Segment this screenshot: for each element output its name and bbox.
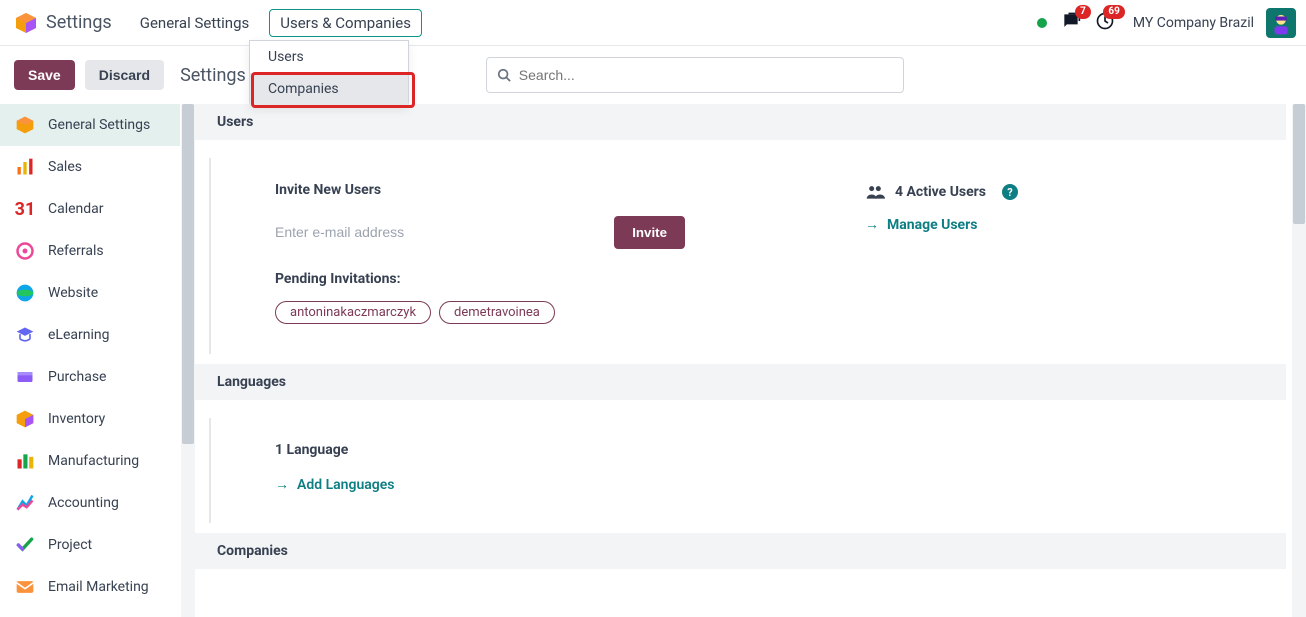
sidebar-item-label: Referrals bbox=[48, 243, 104, 259]
main-content: Users Invite New Users Invite Pending In… bbox=[195, 104, 1306, 617]
box-icon bbox=[14, 408, 36, 430]
discard-button[interactable]: Discard bbox=[85, 60, 164, 90]
section-header-users: Users bbox=[195, 104, 1286, 140]
sidebar-item-label: Website bbox=[48, 285, 98, 301]
language-count: 1 Language bbox=[275, 442, 1286, 458]
search-box[interactable] bbox=[486, 57, 904, 93]
save-button[interactable]: Save bbox=[14, 60, 75, 90]
help-icon[interactable]: ? bbox=[1002, 184, 1018, 200]
invite-new-users-label: Invite New Users bbox=[275, 182, 685, 198]
sidebar-item-label: General Settings bbox=[48, 117, 150, 133]
sidebar-item-inventory[interactable]: Inventory bbox=[0, 398, 180, 440]
sidebar-item-accounting[interactable]: Accounting bbox=[0, 482, 180, 524]
users-group-icon bbox=[865, 182, 885, 202]
graduation-cap-icon bbox=[14, 324, 36, 346]
pending-chip[interactable]: antoninakaczmarczyk bbox=[275, 301, 431, 324]
sidebar-item-label: Project bbox=[48, 537, 92, 553]
user-avatar[interactable] bbox=[1266, 8, 1296, 38]
status-indicator bbox=[1037, 18, 1047, 28]
main-scrollbar-thumb[interactable] bbox=[1293, 104, 1305, 224]
sidebar-item-label: Purchase bbox=[48, 369, 106, 385]
sidebar-item-label: Accounting bbox=[48, 495, 119, 511]
section-header-languages: Languages bbox=[195, 364, 1286, 400]
sidebar-item-employees[interactable]: Employees bbox=[0, 608, 180, 617]
sidebar-item-website[interactable]: Website bbox=[0, 272, 180, 314]
search-input[interactable] bbox=[519, 67, 893, 83]
sidebar-item-label: Manufacturing bbox=[48, 453, 139, 469]
add-languages-label: Add Languages bbox=[297, 477, 395, 493]
manage-users-link[interactable]: → Manage Users bbox=[865, 216, 1018, 233]
arrow-right-icon: → bbox=[275, 476, 289, 493]
sidebar-item-label: eLearning bbox=[48, 327, 109, 343]
menu-general-settings[interactable]: General Settings bbox=[130, 10, 260, 36]
pending-chip[interactable]: demetravoinea bbox=[439, 301, 555, 324]
envelope-icon bbox=[14, 576, 36, 598]
bars-icon bbox=[14, 156, 36, 178]
chart-line-icon bbox=[14, 492, 36, 514]
sidebar-item-calendar[interactable]: 31 Calendar bbox=[0, 188, 180, 230]
cart-icon bbox=[14, 366, 36, 388]
activities-button[interactable]: 69 bbox=[1095, 11, 1115, 35]
messages-button[interactable]: 7 bbox=[1061, 11, 1081, 35]
dropdown-users[interactable]: Users bbox=[250, 41, 408, 73]
top-menu: General Settings Users & Companies bbox=[130, 9, 422, 37]
sidebar-scrollbar-thumb[interactable] bbox=[182, 104, 194, 444]
app-logo bbox=[14, 11, 38, 35]
company-switcher[interactable]: MY Company Brazil bbox=[1133, 15, 1254, 31]
manage-users-label: Manage Users bbox=[887, 217, 977, 233]
sidebar-item-general-settings[interactable]: General Settings bbox=[0, 104, 180, 146]
sidebar: General Settings Sales 31 Calendar Refer… bbox=[0, 104, 180, 617]
invite-button[interactable]: Invite bbox=[614, 216, 685, 249]
sidebar-item-email-marketing[interactable]: Email Marketing bbox=[0, 566, 180, 608]
topbar: Settings General Settings Users & Compan… bbox=[0, 0, 1306, 46]
sidebar-item-label: Email Marketing bbox=[48, 579, 149, 595]
search-icon bbox=[497, 68, 511, 82]
sidebar-item-purchase[interactable]: Purchase bbox=[0, 356, 180, 398]
sidebar-item-referrals[interactable]: Referrals bbox=[0, 230, 180, 272]
active-users-text: 4 Active Users bbox=[895, 184, 986, 200]
calendar-icon: 31 bbox=[14, 198, 36, 220]
globe-icon bbox=[14, 282, 36, 304]
messages-badge: 7 bbox=[1075, 5, 1091, 19]
hexagon-icon bbox=[14, 114, 36, 136]
sidebar-item-label: Calendar bbox=[48, 201, 104, 217]
pending-invitations-label: Pending Invitations: bbox=[275, 271, 685, 287]
check-icon bbox=[14, 534, 36, 556]
sidebar-item-project[interactable]: Project bbox=[0, 524, 180, 566]
add-languages-link[interactable]: → Add Languages bbox=[275, 476, 1286, 493]
active-users-row: 4 Active Users ? bbox=[865, 182, 1018, 202]
breadcrumb: Settings bbox=[180, 65, 246, 86]
target-icon bbox=[14, 240, 36, 262]
sidebar-item-manufacturing[interactable]: Manufacturing bbox=[0, 440, 180, 482]
sidebar-item-elearning[interactable]: eLearning bbox=[0, 314, 180, 356]
menu-users-companies[interactable]: Users & Companies bbox=[269, 9, 422, 37]
sidebar-item-sales[interactable]: Sales bbox=[0, 146, 180, 188]
users-companies-dropdown: Users Companies bbox=[249, 40, 409, 106]
invite-email-input[interactable] bbox=[275, 216, 604, 249]
sidebar-item-label: Sales bbox=[48, 159, 82, 175]
action-bar: Save Discard Settings bbox=[0, 46, 1306, 104]
wrench-icon bbox=[14, 450, 36, 472]
section-header-companies: Companies bbox=[195, 533, 1286, 569]
arrow-right-icon: → bbox=[865, 216, 879, 233]
activities-badge: 69 bbox=[1103, 5, 1124, 19]
sidebar-item-label: Inventory bbox=[48, 411, 105, 427]
dropdown-companies[interactable]: Companies bbox=[250, 73, 408, 105]
app-title: Settings bbox=[46, 12, 112, 33]
